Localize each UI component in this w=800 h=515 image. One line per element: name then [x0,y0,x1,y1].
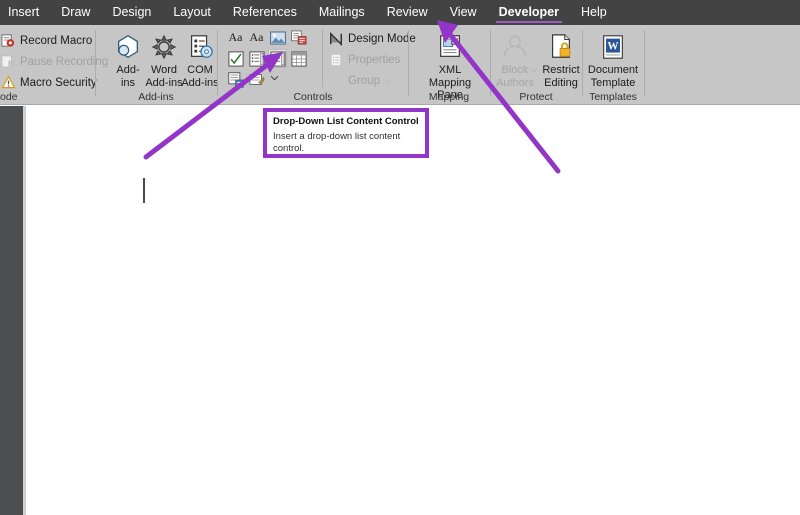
tab-insert[interactable]: Insert [0,0,50,25]
tab-draw[interactable]: Draw [50,0,101,25]
properties-icon [328,52,344,68]
tooltip-drop-down-list-content-control: Drop-Down List Content Control Insert a … [263,108,429,158]
macro-security-icon [0,75,16,91]
pause-recording-button: Pause Recording [0,52,108,71]
tab-design[interactable]: Design [101,0,162,25]
com-add-ins-label: COM Add-ins [181,64,219,89]
picture-content-control-icon[interactable] [268,28,287,47]
combo-box-content-control-icon[interactable] [247,49,266,68]
ribbon-tab-bar: Insert Draw Design Layout References Mai… [0,0,800,25]
check-box-content-control-icon[interactable] [226,49,245,68]
macro-security-label: Macro Security [20,76,97,89]
document-template-icon: W [599,29,627,61]
xml-mapping-pane-icon [435,29,465,61]
plain-text-glyph: Aa [249,30,264,44]
tab-developer[interactable]: Developer [488,0,570,25]
tab-references[interactable]: References [222,0,308,25]
word-window: Insert Draw Design Layout References Mai… [0,0,800,515]
document-template-button[interactable]: W Document Template [583,29,643,89]
ribbon-group-protect-label: Protect [519,91,553,103]
ribbon-group-mapping-label: Mapping [428,91,470,103]
group-button: Group [328,71,392,90]
tab-mailings[interactable]: Mailings [308,0,376,25]
ribbon: Record Macro Pause Recording Macro Secur… [0,25,800,105]
block-authors-label: Block Authors [496,64,534,89]
left-navigation-strip[interactable] [0,106,23,515]
ribbon-group-code-label: ode [0,91,18,103]
document-area [0,106,800,515]
ribbon-group-templates: W Document Template Templates [583,25,643,105]
legacy-tools-icon[interactable] [247,70,266,89]
ribbon-group-protect: Block Authors Restrict Editing Protect [491,25,581,105]
tab-view[interactable]: View [439,0,488,25]
date-picker-content-control-icon[interactable] [289,49,308,68]
design-mode-label: Design Mode [348,32,416,45]
document-page[interactable] [25,106,800,515]
controls-inner-separator [322,29,323,87]
text-cursor [143,178,145,203]
building-block-gallery-content-control-icon[interactable] [289,28,308,47]
plain-text-content-control-icon[interactable]: Aa [247,28,266,47]
legacy-tools-dropdown-arrow-icon[interactable] [268,72,280,84]
content-controls-grid: Aa Aa [226,28,318,90]
rich-text-content-control-icon[interactable]: Aa [226,28,245,47]
record-macro-icon [0,33,16,49]
record-macro-button[interactable]: Record Macro [0,31,92,50]
group-label: Group [348,74,380,87]
record-macro-label: Record Macro [20,34,93,47]
com-add-ins-icon [185,29,215,61]
tooltip-description: Insert a drop-down list content control. [273,131,401,154]
group-icon [328,73,344,89]
restrict-editing-button[interactable]: Restrict Editing [537,29,585,89]
macro-security-button[interactable]: Macro Security [0,73,97,92]
tab-layout[interactable]: Layout [162,0,222,25]
tab-help[interactable]: Help [570,0,618,25]
ribbon-group-add-ins: Add- ins Word Add-ins COM Add-ins Add-in… [96,25,219,105]
pause-recording-icon [0,54,16,70]
properties-label: Properties [348,53,401,66]
rich-text-glyph: Aa [228,30,243,44]
ribbon-group-add-ins-label: Add-ins [138,91,174,103]
restrict-editing-label: Restrict Editing [542,64,580,89]
group-dropdown-arrow-icon [384,75,392,87]
group-separator-templates [644,30,645,96]
properties-button: Properties [328,50,400,69]
ribbon-group-templates-label: Templates [589,91,637,103]
design-mode-icon [328,31,344,47]
document-template-label: Document Template [587,64,639,89]
tab-review[interactable]: Review [376,0,439,25]
design-mode-button[interactable]: Design Mode [328,29,416,48]
block-authors-icon [500,29,530,61]
repeating-section-content-control-icon[interactable] [226,70,245,89]
ribbon-group-code: Record Macro Pause Recording Macro Secur… [0,25,108,105]
block-authors-button: Block Authors [491,29,539,89]
restrict-editing-icon [546,29,576,61]
tooltip-title: Drop-Down List Content Control [273,116,419,127]
drop-down-list-content-control-icon[interactable] [268,49,287,68]
ribbon-group-controls: Aa Aa Design Mode Properties Group Contr… [218,25,416,105]
ribbon-group-controls-label: Controls [293,91,333,103]
svg-text:W: W [607,40,619,52]
ribbon-group-mapping: XML Mapping Pane Mapping [409,25,489,105]
